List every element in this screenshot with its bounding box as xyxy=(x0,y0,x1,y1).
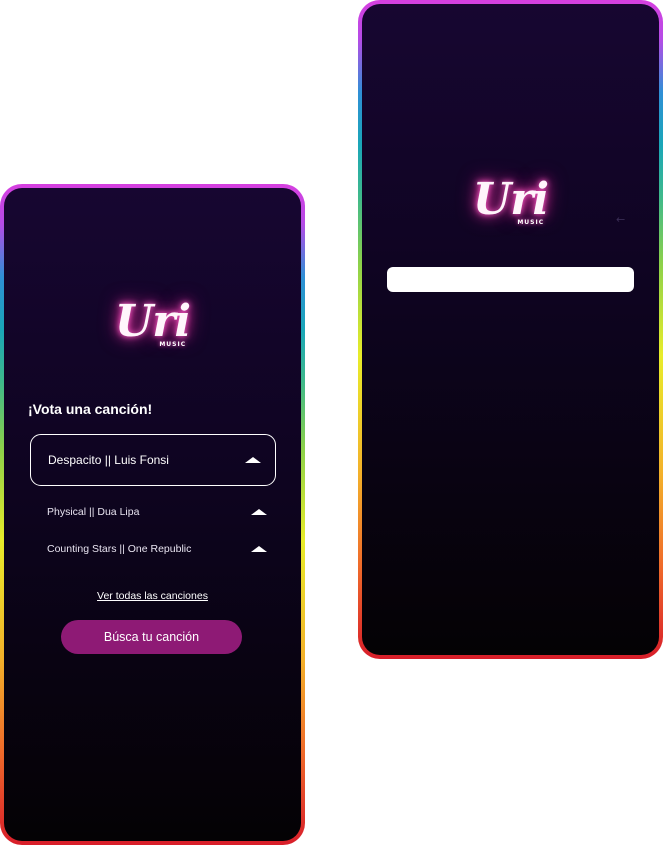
search-screen: Uri MUSIC ← xyxy=(362,4,659,655)
app-logo: Uri MUSIC xyxy=(114,296,191,349)
phone-frame-search: Uri MUSIC ← xyxy=(358,0,663,659)
phone-frame-vote: Uri MUSIC ¡Vota una canción! Despacito |… xyxy=(0,184,305,845)
back-arrow-icon[interactable]: ← xyxy=(616,213,625,226)
upvote-caret-icon[interactable] xyxy=(251,509,267,515)
logo-script: Uri xyxy=(472,174,549,225)
song-label: Physical || Dua Lipa xyxy=(47,506,140,518)
logo-script: Uri xyxy=(114,296,191,347)
see-all-songs-link[interactable]: Ver todas las canciones xyxy=(4,590,301,602)
app-logo: Uri MUSIC xyxy=(472,174,549,227)
vote-screen: Uri MUSIC ¡Vota una canción! Despacito |… xyxy=(4,188,301,841)
song-option[interactable]: Physical || Dua Lipa xyxy=(47,506,267,518)
upvote-caret-icon[interactable] xyxy=(245,457,261,463)
search-song-button[interactable]: Búsca tu canción xyxy=(61,620,242,654)
logo-subtitle: MUSIC xyxy=(517,219,545,226)
song-label: Counting Stars || One Republic xyxy=(47,543,192,555)
canvas: Uri MUSIC ¡Vota una canción! Despacito |… xyxy=(0,0,663,845)
search-input[interactable] xyxy=(387,267,634,292)
song-option-selected[interactable]: Despacito || Luis Fonsi xyxy=(30,434,276,486)
logo-subtitle: MUSIC xyxy=(159,341,187,348)
page-title: ¡Vota una canción! xyxy=(28,401,153,417)
song-option[interactable]: Counting Stars || One Republic xyxy=(47,543,267,555)
upvote-caret-icon[interactable] xyxy=(251,546,267,552)
song-label: Despacito || Luis Fonsi xyxy=(48,453,169,467)
